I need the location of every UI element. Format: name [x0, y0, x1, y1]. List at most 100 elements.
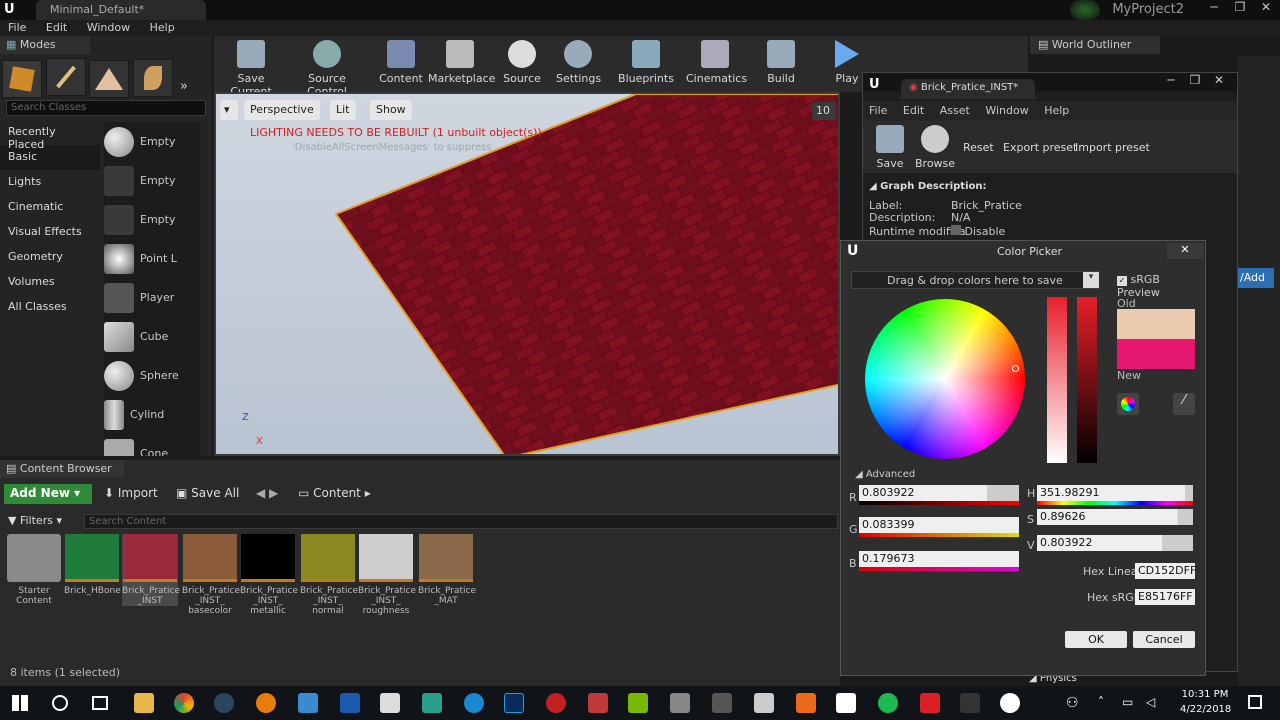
build-button[interactable]: Build: [764, 40, 798, 90]
ok-button[interactable]: OK: [1065, 631, 1127, 648]
blender-icon[interactable]: [256, 693, 276, 713]
chrome-icon[interactable]: [174, 693, 194, 713]
advanced-section[interactable]: ◢ Advanced: [855, 469, 915, 480]
notification-icon[interactable]: [1248, 695, 1262, 709]
list-item[interactable]: Point L: [104, 239, 200, 278]
category-visual-effects[interactable]: Visual Effects: [0, 220, 100, 245]
color-wheel[interactable]: [865, 299, 1025, 459]
color-wheel-handle[interactable]: [1012, 365, 1019, 372]
clock-date[interactable]: 4/22/2018: [1180, 704, 1231, 715]
search-content-input[interactable]: Search Content: [84, 514, 838, 529]
list-item[interactable]: Empty: [104, 122, 200, 161]
editor-save-button[interactable]: Save: [875, 125, 905, 175]
grid-snap-value[interactable]: 10: [812, 102, 836, 120]
asset-tile[interactable]: Brick_Pratice _INST_ metallic: [240, 534, 298, 616]
v-field[interactable]: 0.803922: [1037, 535, 1193, 551]
asset-tile[interactable]: Brick_Pratice _INST_ roughness: [358, 534, 416, 616]
hex-linear-field[interactable]: CD152DFF: [1135, 563, 1196, 579]
task-view-icon[interactable]: [92, 696, 108, 710]
source-button[interactable]: Source: [502, 40, 542, 90]
nvidia-icon[interactable]: [628, 693, 648, 713]
r-field[interactable]: 0.803922: [859, 485, 1019, 501]
asset-tile[interactable]: Brick_Pratice _INST_ normal: [300, 534, 358, 616]
category-cinematic[interactable]: Cinematic: [0, 195, 100, 220]
perspective-button[interactable]: Perspective: [244, 100, 320, 120]
search-classes-input[interactable]: Search Classes: [6, 100, 206, 116]
more-modes-icon[interactable]: »: [180, 79, 188, 94]
browser-icon[interactable]: [464, 693, 484, 713]
cinematics-button[interactable]: Cinematics: [686, 40, 747, 90]
list-item[interactable]: Empty: [104, 161, 200, 200]
landscape-mode-icon[interactable]: [89, 60, 129, 98]
fire-icon[interactable]: [796, 693, 816, 713]
level-viewport[interactable]: ▾ Perspective Lit Show LIGHTING NEEDS TO…: [214, 92, 840, 456]
eyedropper-icon[interactable]: ⁄: [1173, 393, 1195, 415]
editor-menu-file[interactable]: File: [869, 104, 887, 117]
list-item[interactable]: Sphere: [104, 356, 200, 395]
tray-chevron-icon[interactable]: ˄: [1098, 695, 1104, 709]
color-theme-dropdown[interactable]: Drag & drop colors here to save: [851, 271, 1099, 289]
cancel-button[interactable]: Cancel: [1133, 631, 1195, 648]
play-button[interactable]: Play: [832, 40, 862, 90]
category-lights[interactable]: Lights: [0, 170, 100, 195]
add-button[interactable]: /Add: [1238, 268, 1274, 288]
reset-button[interactable]: Reset: [963, 141, 994, 154]
history-arrows-icon[interactable]: ◀ ▶: [256, 486, 278, 500]
export-preset-button[interactable]: Export preset: [1003, 141, 1077, 154]
cortana-icon[interactable]: [52, 695, 68, 711]
close-button[interactable]: ✕: [1254, 0, 1278, 18]
list-item[interactable]: Cone: [104, 434, 200, 456]
steam-icon[interactable]: [214, 693, 234, 713]
editor-menu-help[interactable]: Help: [1044, 104, 1069, 117]
color-picker-close-button[interactable]: ✕: [1167, 243, 1203, 259]
foliage-mode-icon[interactable]: [132, 59, 173, 97]
dropdown-arrow-icon[interactable]: ▾: [1083, 272, 1099, 288]
runtime-checkbox[interactable]: Disable: [951, 225, 1005, 238]
value-slider[interactable]: [1077, 297, 1097, 463]
import-button[interactable]: ⬇ Import: [104, 486, 158, 500]
category-volumes[interactable]: Volumes: [0, 270, 100, 295]
photoshop-icon[interactable]: [504, 693, 524, 713]
saturation-slider[interactable]: [1047, 297, 1067, 463]
material-tab[interactable]: ◉ Brick_Pratice_INST*: [901, 79, 1035, 99]
category-recently-placed[interactable]: Recently Placed: [0, 120, 100, 151]
paint-icon[interactable]: [380, 693, 400, 713]
asset-tile[interactable]: Starter Content: [6, 534, 62, 606]
editor-maximize-button[interactable]: ❐: [1183, 73, 1207, 91]
lit-button[interactable]: Lit: [330, 100, 356, 120]
spotify-icon[interactable]: [878, 693, 898, 713]
network-icon[interactable]: ▭: [1122, 695, 1133, 709]
marketplace-button[interactable]: Marketplace: [428, 40, 495, 90]
people-icon[interactable]: ⚇: [1066, 695, 1079, 711]
adobe-cc-icon[interactable]: [920, 693, 940, 713]
menu-window[interactable]: Window: [79, 20, 138, 34]
color-wheel-mode-icon[interactable]: [1117, 393, 1139, 415]
volume-icon[interactable]: ◁: [1146, 695, 1155, 709]
rst-icon[interactable]: [340, 693, 360, 713]
list-item[interactable]: Player: [104, 278, 200, 317]
blueprints-button[interactable]: Blueprints: [618, 40, 674, 90]
list-item[interactable]: Cube: [104, 317, 200, 356]
cloud-icon[interactable]: [754, 693, 774, 713]
srgb-preview-checkbox[interactable]: ✓ sRGB Preview: [1117, 273, 1205, 299]
h-field[interactable]: 351.98291: [1037, 485, 1193, 501]
world-outliner-tab[interactable]: ▤ World Outliner: [1030, 36, 1160, 54]
menu-file[interactable]: File: [0, 20, 34, 34]
minimize-button[interactable]: ─: [1202, 0, 1226, 18]
unreal-taskbar-icon[interactable]: [1000, 693, 1020, 713]
browse-button[interactable]: Browse: [915, 125, 955, 175]
clock-time[interactable]: 10:31 PM: [1180, 689, 1230, 700]
gear-app-icon[interactable]: [546, 693, 566, 713]
show-button[interactable]: Show: [370, 100, 412, 120]
add-new-button[interactable]: Add New ▾: [4, 484, 92, 504]
dots-icon[interactable]: [712, 693, 732, 713]
sketch-icon[interactable]: [588, 693, 608, 713]
b-field[interactable]: 0.179673: [859, 551, 1019, 567]
asset-tile[interactable]: Brick_HBone: [64, 534, 121, 596]
menu-help[interactable]: Help: [142, 20, 183, 34]
category-all-classes[interactable]: All Classes: [0, 295, 100, 320]
g-field[interactable]: 0.083399: [859, 517, 1019, 533]
list-item[interactable]: Cylind: [104, 395, 200, 434]
modes-tab[interactable]: ▦ Modes: [0, 36, 90, 54]
square-app-icon[interactable]: [836, 693, 856, 713]
